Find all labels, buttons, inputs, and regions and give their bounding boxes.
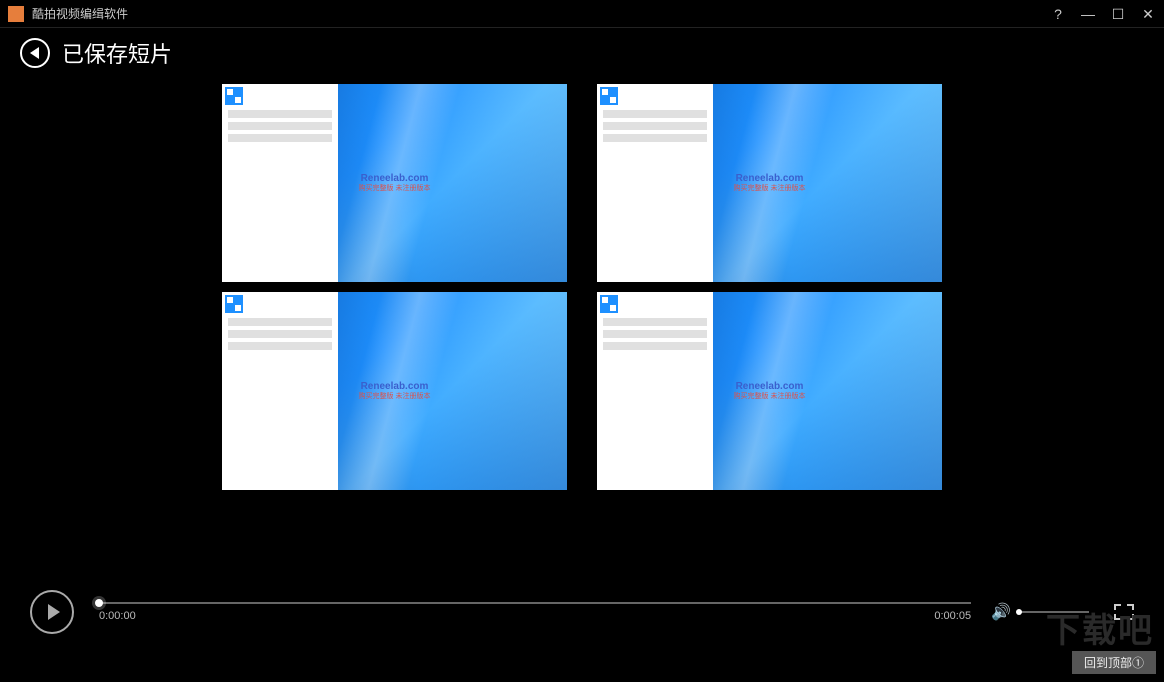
watermark-text: Reneelab.com 购买完整版 未注册版本 — [734, 173, 806, 193]
back-arrow-icon — [30, 47, 39, 59]
current-time: 0:00:00 — [99, 610, 136, 622]
thumbnail-sidepanel — [597, 84, 713, 282]
page-header: 已保存短片 — [0, 28, 1164, 78]
thumbnail-sidepanel — [222, 292, 338, 490]
volume-track[interactable] — [1019, 611, 1089, 613]
play-icon — [48, 604, 60, 620]
thumbnail-sidepanel — [222, 84, 338, 282]
seek-knob[interactable] — [95, 599, 103, 607]
window-controls: ? — ☐ ✕ — [1050, 6, 1156, 22]
volume-knob[interactable] — [1016, 609, 1022, 615]
play-button[interactable] — [30, 590, 74, 634]
minimize-button[interactable]: — — [1080, 6, 1096, 22]
close-button[interactable]: ✕ — [1140, 6, 1156, 22]
seek-wrapper: 0:00:00 0:00:05 — [99, 602, 971, 622]
video-thumbnail[interactable]: Reneelab.com 购买完整版 未注册版本 — [222, 84, 567, 282]
video-thumbnail[interactable]: Reneelab.com 购买完整版 未注册版本 — [222, 292, 567, 490]
page-title: 已保存短片 — [62, 37, 172, 69]
convert-icon — [225, 87, 243, 105]
player-controls: 0:00:00 0:00:05 🔊 — [0, 572, 1164, 652]
volume-control: 🔊 — [991, 602, 1089, 622]
convert-icon — [600, 295, 618, 313]
help-button[interactable]: ? — [1050, 6, 1066, 22]
back-to-top-button[interactable]: 回到顶部① — [1072, 651, 1156, 674]
thumbnail-sidepanel — [597, 292, 713, 490]
back-button[interactable] — [20, 38, 50, 68]
maximize-button[interactable]: ☐ — [1110, 6, 1126, 22]
time-labels: 0:00:00 0:00:05 — [99, 610, 971, 622]
watermark-text: Reneelab.com 购买完整版 未注册版本 — [359, 173, 431, 193]
app-title: 酷拍视频编缉软件 — [32, 5, 1050, 22]
seek-track[interactable] — [99, 602, 971, 604]
convert-icon — [225, 295, 243, 313]
volume-icon[interactable]: 🔊 — [991, 602, 1011, 622]
video-thumbnail[interactable]: Reneelab.com 购买完整版 未注册版本 — [597, 292, 942, 490]
watermark-text: Reneelab.com 购买完整版 未注册版本 — [734, 381, 806, 401]
thumbnail-grid: Reneelab.com 购买完整版 未注册版本 Reneelab.com 购买… — [222, 78, 942, 490]
app-icon — [8, 6, 24, 22]
watermark-text: Reneelab.com 购买完整版 未注册版本 — [359, 381, 431, 401]
titlebar: 酷拍视频编缉软件 ? — ☐ ✕ — [0, 0, 1164, 28]
duration-time: 0:00:05 — [934, 610, 971, 622]
fullscreen-button[interactable] — [1114, 604, 1134, 620]
content-area: Reneelab.com 购买完整版 未注册版本 Reneelab.com 购买… — [0, 78, 1164, 552]
video-thumbnail[interactable]: Reneelab.com 购买完整版 未注册版本 — [597, 84, 942, 282]
convert-icon — [600, 87, 618, 105]
